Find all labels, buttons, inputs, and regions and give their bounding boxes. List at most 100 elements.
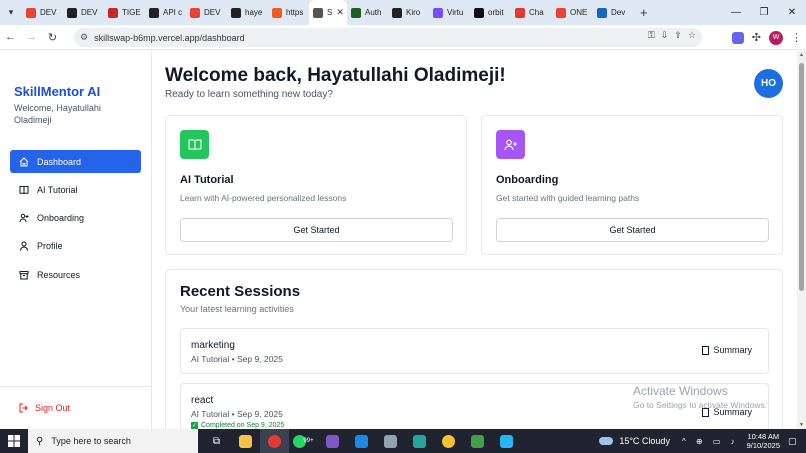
- clock-date: 9/10/2025: [746, 441, 780, 450]
- browser-tab[interactable]: DEV: [22, 0, 63, 25]
- user-plus-icon: [19, 213, 29, 223]
- github-icon: [231, 7, 241, 18]
- check-icon: ✓: [191, 422, 198, 429]
- browser-tab[interactable]: Kiro: [388, 0, 429, 25]
- bookmark-star-icon[interactable]: ☆: [688, 30, 696, 41]
- tab-search-icon[interactable]: ▾: [0, 0, 22, 25]
- profile-avatar[interactable]: W: [769, 30, 783, 45]
- get-started-button[interactable]: Get Started: [496, 218, 769, 242]
- session-item[interactable]: marketing AI Tutorial • Sep 9, 2025 Summ…: [180, 328, 769, 374]
- browser-tab[interactable]: S ✕: [309, 0, 347, 25]
- brand-title[interactable]: SkillMentor AI: [14, 84, 100, 99]
- taskbar-search-input[interactable]: ⚲ Type here to search: [28, 429, 198, 453]
- extensions-puzzle-icon[interactable]: ✣: [752, 31, 761, 44]
- tab-label: https: [286, 8, 304, 17]
- sidebar-item-onboarding[interactable]: Onboarding: [10, 207, 141, 230]
- sidebar-item-resources[interactable]: Resources: [10, 263, 141, 286]
- address-bar[interactable]: ⚙ skillswap-b6mp.vercel.app/dashboard ⚿ …: [74, 28, 702, 47]
- completed-status: ✓ Completed on Sep 9, 2025: [191, 422, 284, 429]
- app-icon[interactable]: [405, 429, 434, 453]
- app-icon: [351, 7, 361, 18]
- browser-tab[interactable]: Dev: [593, 0, 634, 25]
- minimize-icon[interactable]: —: [722, 0, 750, 25]
- browser-tab[interactable]: DEV: [186, 0, 227, 25]
- back-icon[interactable]: ←: [0, 25, 21, 50]
- ai-tutorial-card: AI Tutorial Learn with AI-powered person…: [165, 115, 467, 255]
- page-title: Welcome back, Hayatullahi Oladimeji!: [165, 65, 506, 86]
- browser-tab[interactable]: API c: [145, 0, 186, 25]
- chrome-icon[interactable]: [434, 429, 463, 453]
- browser-toolbar: ← → ↻ ⚙ skillswap-b6mp.vercel.app/dashbo…: [0, 25, 806, 50]
- maximize-icon[interactable]: ❐: [750, 0, 778, 25]
- install-app-icon[interactable]: ⇩: [661, 30, 669, 41]
- browser-tab[interactable]: TIGE: [104, 0, 145, 25]
- file-explorer-icon[interactable]: [231, 429, 260, 453]
- clock[interactable]: 10:48 AM 9/10/2025: [747, 432, 780, 450]
- tab-label: Cha: [529, 8, 544, 17]
- search-icon: ⚲: [36, 435, 44, 447]
- session-meta: AI Tutorial • Sep 9, 2025: [191, 409, 283, 419]
- browser-tab[interactable]: DEV: [63, 0, 104, 25]
- browser-tab[interactable]: orbit: [470, 0, 511, 25]
- tab-label: TIGE: [122, 8, 141, 17]
- omnibox-actions: ⚿ ⇩ ⇪ ☆: [648, 30, 696, 41]
- browser-menu-icon[interactable]: ⋮: [791, 31, 802, 44]
- toolbar-right: ✣ W ⋮: [731, 25, 802, 50]
- sidebar-item-profile[interactable]: Profile: [10, 235, 141, 258]
- sidebar-item-label: Profile: [37, 241, 63, 252]
- scroll-up-icon[interactable]: ▲: [798, 52, 805, 58]
- browser-tab[interactable]: Cha: [511, 0, 552, 25]
- close-tab-icon[interactable]: ✕: [336, 7, 344, 18]
- summary-button[interactable]: Summary: [702, 345, 752, 355]
- tab-label: Virtu: [447, 8, 464, 17]
- tab-label: DEV: [81, 8, 98, 17]
- chrome-icon[interactable]: [260, 429, 289, 453]
- sidebar: SkillMentor AI Welcome, Hayatullahi Olad…: [0, 51, 152, 429]
- sidebar-item-label: AI Tutorial: [37, 184, 78, 195]
- sidebar-item-dashboard[interactable]: Dashboard: [10, 150, 141, 173]
- share-icon[interactable]: ⇪: [674, 30, 682, 41]
- browser-tab[interactable]: https: [268, 0, 309, 25]
- whatsapp-icon[interactable]: 99+: [289, 429, 318, 453]
- notification-icon[interactable]: ▢: [788, 436, 802, 447]
- sign-out-button[interactable]: Sign Out: [19, 403, 70, 413]
- app-icon: [474, 7, 484, 18]
- browser-tab[interactable]: haye: [227, 0, 268, 25]
- url-text: skillswap-b6mp.vercel.app/dashboard: [94, 32, 245, 43]
- tray-icons[interactable]: ^ ⊕ ▭ ♪: [682, 437, 739, 446]
- task-view-icon[interactable]: ⧉: [202, 429, 231, 453]
- vscode-icon[interactable]: [347, 429, 376, 453]
- window-controls: — ❐ ✕: [722, 0, 806, 25]
- site-info-icon[interactable]: ⚙: [80, 32, 88, 43]
- app-icon[interactable]: [376, 429, 405, 453]
- session-name: react: [191, 395, 214, 406]
- sidebar-welcome: Welcome, Hayatullahi Oladimeji: [14, 103, 101, 125]
- scroll-down-icon[interactable]: ▼: [798, 422, 805, 428]
- sidebar-item-label: Resources: [37, 269, 81, 280]
- password-key-icon[interactable]: ⚿: [648, 30, 655, 41]
- new-tab-button[interactable]: +: [640, 5, 648, 20]
- app-icon[interactable]: [492, 429, 521, 453]
- windows-start-icon[interactable]: [0, 429, 28, 453]
- reload-icon[interactable]: ↻: [42, 25, 63, 50]
- forward-icon[interactable]: →: [21, 25, 42, 50]
- user-plus-icon: [496, 130, 525, 159]
- browser-tab[interactable]: ONE: [552, 0, 593, 25]
- cloud-icon: [599, 437, 614, 445]
- sidebar-nav: Dashboard AI Tutorial Onboarding Profile Res…: [10, 150, 141, 291]
- extension-icon[interactable]: [731, 31, 744, 44]
- get-started-button[interactable]: Get Started: [180, 218, 453, 242]
- app-icon[interactable]: [318, 429, 347, 453]
- store-icon[interactable]: [463, 429, 492, 453]
- book-icon: [180, 130, 209, 159]
- tab-label: Auth: [365, 8, 382, 17]
- watermark-subtitle: Go to Settings to activate Windows.: [633, 400, 768, 410]
- vertical-scrollbar[interactable]: ▲ ▼: [797, 51, 806, 429]
- scrollbar-thumb[interactable]: [799, 63, 804, 291]
- user-avatar[interactable]: HO: [754, 69, 783, 98]
- browser-tab[interactable]: Auth: [347, 0, 388, 25]
- browser-tab[interactable]: Virtu: [429, 0, 470, 25]
- close-window-icon[interactable]: ✕: [778, 0, 806, 25]
- sidebar-item-ai-tutorial[interactable]: AI Tutorial: [10, 178, 141, 201]
- weather-widget[interactable]: 15°C Cloudy: [599, 436, 670, 446]
